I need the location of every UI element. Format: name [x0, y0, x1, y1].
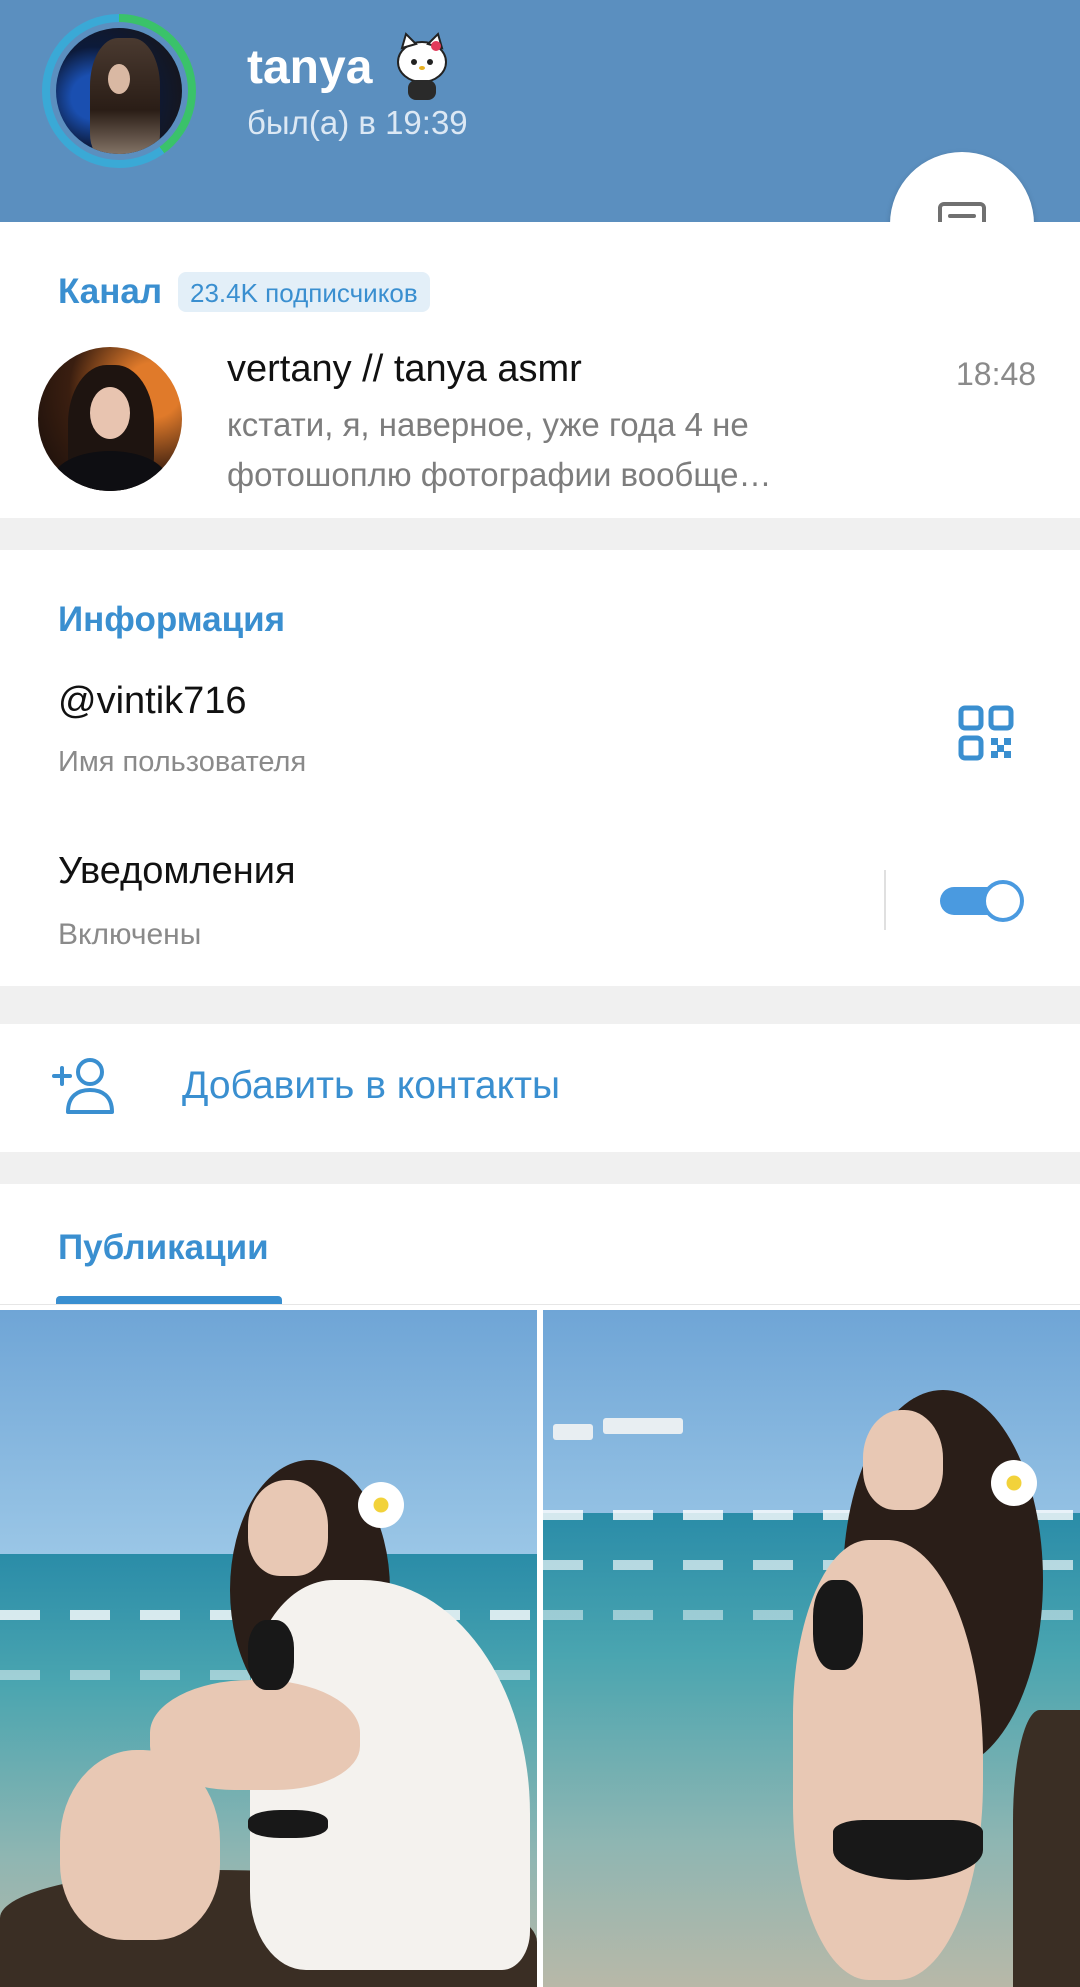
- publication-photo-2[interactable]: [543, 1310, 1080, 1987]
- channel-title: vertany // tanya asmr: [227, 348, 582, 390]
- last-seen-status: был(а) в 19:39: [247, 104, 468, 141]
- tab-indicator: [56, 1296, 282, 1304]
- tab-divider: [0, 1304, 1080, 1305]
- subscribers-badge: 23.4K подписчиков: [178, 272, 430, 312]
- channel-time: 18:48: [956, 356, 1037, 392]
- channel-avatar: [38, 347, 182, 491]
- publications-card: Публикации: [0, 1184, 1080, 1987]
- username-label: Имя пользователя: [58, 746, 307, 778]
- profile-name: tanya: [247, 41, 373, 94]
- notifications-title[interactable]: Уведомления: [58, 850, 296, 893]
- divider: [884, 870, 886, 930]
- flower-icon: [991, 1460, 1037, 1506]
- flower-icon: [358, 1482, 404, 1528]
- channel-preview: кстати, я, наверное, уже года 4 не фотош…: [227, 406, 772, 493]
- personal-channel-card[interactable]: Канал 23.4K подписчиков vertany // tanya…: [0, 222, 1080, 518]
- username-value[interactable]: @vintik716: [58, 680, 247, 723]
- avatar-image: [56, 28, 182, 154]
- add-contact-button[interactable]: Добавить в контакты: [182, 1064, 560, 1108]
- tab-publications[interactable]: Публикации: [58, 1228, 269, 1268]
- qr-code-icon[interactable]: [958, 705, 1014, 761]
- notifications-state: Включены: [58, 918, 202, 951]
- publication-photo-1[interactable]: [0, 1310, 537, 1987]
- notifications-toggle[interactable]: [936, 880, 1026, 922]
- info-section-title: Информация: [58, 600, 286, 639]
- hello-kitty-icon: [397, 32, 447, 100]
- profile-avatar[interactable]: [42, 14, 196, 168]
- add-contact-row[interactable]: Добавить в контакты: [0, 1024, 1080, 1152]
- info-card: Информация @vintik716 Имя пользователя У…: [0, 550, 1080, 986]
- add-user-icon: [52, 1058, 114, 1114]
- channel-label: Канал: [58, 272, 163, 311]
